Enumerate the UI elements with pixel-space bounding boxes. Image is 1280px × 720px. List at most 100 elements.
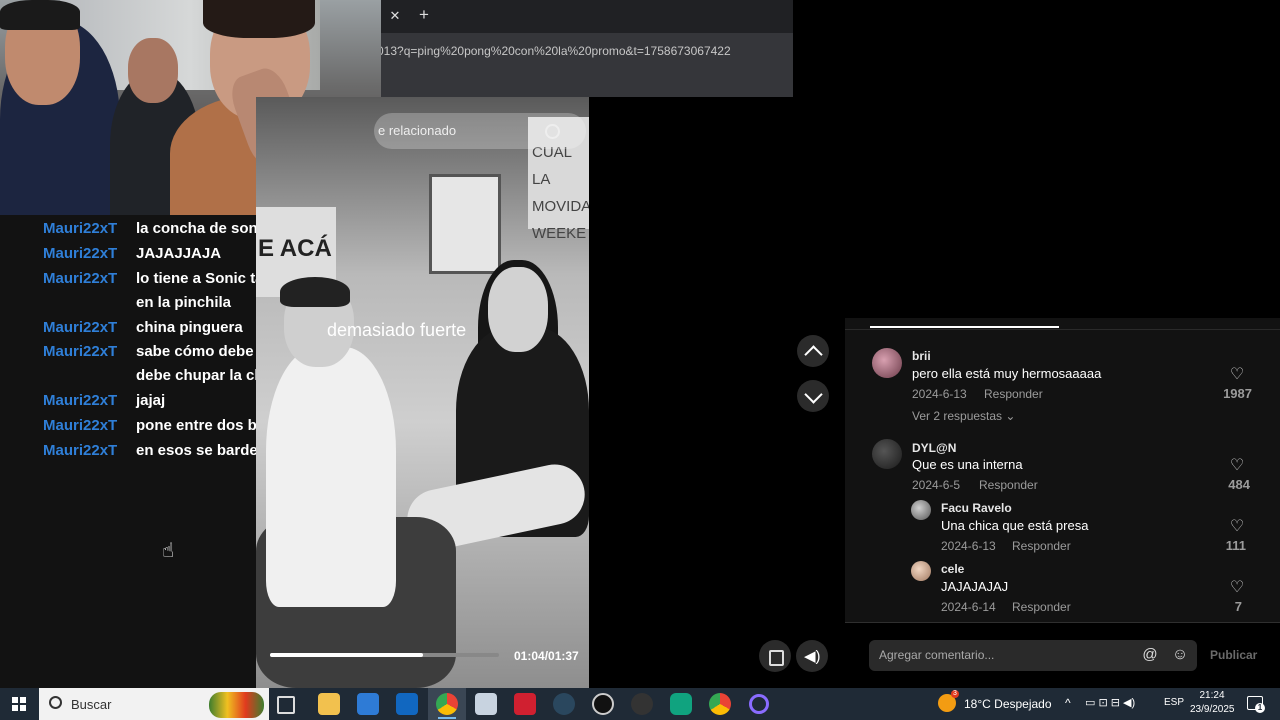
chat-text: la concha de sonic [136, 220, 271, 237]
chevron-up-icon [804, 345, 823, 364]
avatar[interactable] [872, 348, 902, 378]
windows-start-icon[interactable] [12, 697, 26, 711]
chat-username: Mauri22xT [43, 220, 118, 237]
weather-text[interactable]: 18°C Despejado [964, 697, 1052, 711]
chat-username: Mauri22xT [43, 270, 118, 287]
video-player[interactable]: CUAL LA MOVIDA WEEKE E ACÁ e relacionado… [256, 97, 589, 688]
heart-icon[interactable]: ♡ [1229, 580, 1245, 596]
chat-text: jajaj [136, 392, 166, 409]
heart-icon[interactable]: ♡ [1229, 519, 1245, 535]
clock-time[interactable]: 21:24 [1190, 690, 1234, 701]
comment-username[interactable]: DYL@N [912, 441, 956, 455]
chat-username: Mauri22xT [43, 392, 118, 409]
chat-text: en esos se bardean [136, 442, 276, 459]
comment-text: pero ella está muy hermosaaaaa [912, 366, 1102, 381]
steam-icon[interactable] [553, 693, 575, 715]
app-ring-icon[interactable] [749, 694, 769, 714]
obs-icon[interactable] [592, 693, 614, 715]
outlook-icon[interactable] [396, 693, 418, 715]
avatar[interactable] [872, 439, 902, 469]
tray-icons[interactable]: ▭ ⊡ ⊟ ◀) [1085, 696, 1135, 709]
chat-message: Mauri22xT JAJAJJAJA [43, 242, 221, 267]
comment-box[interactable]: @ ☺ [869, 640, 1197, 671]
reply-button[interactable]: Responder [1012, 600, 1071, 614]
amd-icon[interactable] [514, 693, 536, 715]
task-view-icon[interactable] [277, 696, 295, 714]
video-board-text: CUAL LA MOVIDA WEEKE [532, 144, 589, 242]
chat-text: JAJAJJAJA [136, 245, 222, 262]
related-search-text[interactable]: e relacionado [378, 123, 456, 138]
video-wall-text: E ACÁ [258, 235, 332, 262]
like-count: 1987 [1223, 386, 1252, 401]
video-progress-fill [270, 653, 424, 657]
comments-panel[interactable] [845, 318, 1280, 623]
chat-message: Mauri22xT en esos se bardean [43, 439, 275, 464]
volume-button[interactable]: ◀) [796, 640, 828, 672]
chrome-icon[interactable] [436, 693, 458, 715]
comment-date: 2024-6-13 [912, 387, 967, 401]
search-icon[interactable] [545, 124, 560, 139]
clock-date[interactable]: 23/9/2025 [1190, 704, 1235, 715]
tray-expand-icon[interactable]: ^ [1065, 696, 1071, 710]
comment-text: JAJAJAJAJ [941, 579, 1009, 594]
chat-message: Mauri22xT la concha de sonic [43, 217, 270, 242]
comment-text: Que es una interna [912, 457, 1023, 472]
mention-icon[interactable]: @ [1141, 646, 1159, 664]
language-indicator[interactable]: ESP [1164, 697, 1184, 708]
github-icon[interactable] [631, 693, 653, 715]
comment-date: 2024-6-14 [941, 600, 996, 614]
reply-button[interactable]: Responder [984, 387, 1043, 401]
like-count: 111 [1225, 538, 1246, 553]
volume-icon: ◀) [804, 648, 821, 665]
heart-icon[interactable]: ♡ [1229, 458, 1245, 474]
windows-taskbar: Buscar 3 18°C Despejado ^ ▭ ⊡ ⊟ ◀) ESP 2… [0, 688, 1280, 720]
chat-username: Mauri22xT [43, 343, 118, 360]
store-icon[interactable] [357, 693, 379, 715]
tab-close-icon[interactable]: ✕ [386, 7, 404, 25]
reply-button[interactable]: Responder [979, 478, 1038, 492]
publish-button[interactable]: Publicar [1210, 648, 1257, 662]
comment-date: 2024-6-13 [941, 539, 996, 553]
video-time: 01:04/01:37 [514, 649, 579, 663]
chat-message: Mauri22xT jajaj [43, 389, 165, 414]
picture-in-picture-button[interactable] [759, 640, 791, 672]
taskbar-search[interactable]: Buscar [39, 688, 269, 720]
url-text[interactable]: 013?q=ping%20pong%20con%20la%20promo&t=1… [377, 44, 731, 58]
new-tab-button[interactable]: + [415, 5, 433, 25]
previous-video-button[interactable] [797, 335, 829, 367]
like-count: 7 [1234, 599, 1242, 614]
chat-username: Mauri22xT [43, 245, 118, 262]
chat-username: Mauri22xT [43, 319, 118, 336]
heart-icon[interactable]: ♡ [1229, 367, 1245, 383]
emoji-icon[interactable]: ☺ [1171, 646, 1189, 664]
comment-input[interactable] [877, 647, 1131, 663]
like-count: 484 [1228, 477, 1250, 492]
weather-badge: 3 [951, 690, 959, 698]
chatgpt-icon[interactable] [670, 693, 692, 715]
comment-text: Una chica que está presa [941, 518, 1089, 533]
next-video-button[interactable] [797, 380, 829, 412]
video-wall-poster [429, 174, 501, 274]
chat-text: china pinguera [136, 319, 243, 336]
file-explorer-icon[interactable] [318, 693, 340, 715]
search-icon [49, 696, 62, 709]
comment-username[interactable]: Facu Ravelo [941, 501, 1012, 515]
avatar[interactable] [911, 561, 931, 581]
reply-button[interactable]: Responder [1012, 539, 1071, 553]
view-replies-button[interactable]: Ver 2 respuestas ⌄ [912, 409, 1015, 423]
avatar[interactable] [911, 500, 931, 520]
comment-username[interactable]: cele [941, 562, 964, 576]
chat-text-continued: en la pinchila [136, 294, 232, 311]
comment-username[interactable]: brii [912, 349, 931, 363]
app-icon[interactable] [475, 693, 497, 715]
comment-date: 2024-6-5 [912, 478, 961, 492]
notification-badge: 1 [1255, 703, 1265, 713]
taskbar-search-text[interactable]: Buscar [71, 697, 111, 712]
chat-username: Mauri22xT [43, 442, 118, 459]
chrome-icon[interactable] [709, 693, 731, 715]
chat-message: Mauri22xT china pinguera [43, 316, 243, 341]
pip-icon [769, 650, 784, 666]
chevron-down-icon [804, 385, 823, 404]
video-progress-bar[interactable] [270, 653, 499, 657]
chat-username: Mauri22xT [43, 417, 118, 434]
